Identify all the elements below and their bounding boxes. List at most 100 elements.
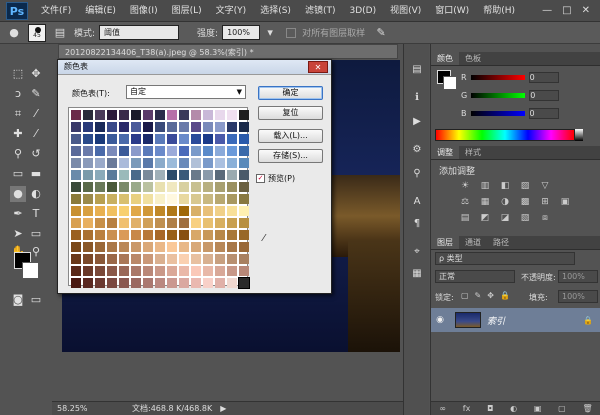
color-swatch[interactable] [131,242,141,252]
color-swatch[interactable] [215,242,225,252]
vibrance-icon[interactable]: ▽ [539,181,551,191]
green-value[interactable]: 0 [529,89,560,101]
color-swatch[interactable] [203,278,213,288]
color-swatch[interactable] [71,266,81,276]
color-swatch[interactable] [95,242,105,252]
color-swatch[interactable] [155,146,165,156]
color-swatch[interactable] [179,242,189,252]
color-swatch[interactable] [215,266,225,276]
color-swatch[interactable] [167,146,177,156]
red-slider[interactable] [470,74,525,80]
color-swatch[interactable] [227,122,237,132]
color-swatch[interactable] [215,230,225,240]
brush-panel-icon[interactable]: ▤ [52,25,68,41]
brush-panel-icon[interactable]: ⚙ [409,142,425,158]
document-tab[interactable]: 20120822134406_T38(a).jpeg @ 58.3%(索引) * [58,44,398,59]
menu-view[interactable]: 视图(V) [383,0,428,22]
color-swatch[interactable] [227,266,237,276]
burn-tool-icon[interactable]: ● [10,186,26,202]
red-value[interactable]: 0 [528,71,559,83]
color-swatch[interactable] [71,110,81,120]
color-swatch[interactable] [119,182,129,192]
color-swatch[interactable] [83,218,93,228]
color-swatch[interactable] [131,218,141,228]
color-swatch[interactable] [107,206,117,216]
reset-button[interactable]: 复位 [258,106,323,120]
color-swatch[interactable] [107,218,117,228]
color-swatch[interactable] [83,170,93,180]
color-swatch[interactable] [167,218,177,228]
color-swatch[interactable] [227,182,237,192]
history-brush-icon[interactable]: ↺ [28,146,44,162]
color-swatch[interactable] [227,230,237,240]
blend-mode-select[interactable]: 正常 [435,270,515,283]
layer-comps-icon[interactable]: ▦ [409,266,425,282]
color-swatch[interactable] [107,182,117,192]
color-swatch[interactable] [155,134,165,144]
save-button[interactable]: 存储(S)... [258,149,323,163]
opacity-input[interactable]: 100% [558,270,598,283]
maximize-button[interactable]: □ [562,5,571,16]
color-swatch[interactable] [167,266,177,276]
history-panel-icon[interactable]: ▤ [409,62,425,78]
eyedropper-tool-icon[interactable]: ⁄ [28,106,44,122]
quick-mask-icon[interactable]: ◙ [10,292,26,308]
menu-filter[interactable]: 滤镜(T) [298,0,343,22]
color-swatch[interactable] [131,230,141,240]
color-swatch[interactable] [131,146,141,156]
menu-select[interactable]: 选择(S) [253,0,298,22]
quick-select-icon[interactable]: ✎ [28,86,44,102]
new-layer-icon[interactable]: ▢ [558,404,566,413]
color-swatch[interactable] [179,182,189,192]
trash-icon[interactable]: 🗑 [582,404,592,413]
menu-window[interactable]: 窗口(W) [428,0,476,22]
color-swatch[interactable] [95,194,105,204]
move-tool-icon[interactable]: ✥ [28,66,44,82]
layer-name[interactable]: 索引 [487,314,505,327]
menu-help[interactable]: 帮助(H) [476,0,522,22]
color-swatch[interactable] [143,194,153,204]
color-swatch[interactable] [71,206,81,216]
color-swatch[interactable] [119,194,129,204]
color-swatch[interactable] [119,266,129,276]
color-swatch[interactable] [215,158,225,168]
color-swatch[interactable] [119,254,129,264]
dodge-tool-icon[interactable]: ◐ [28,186,44,202]
tab-paths[interactable]: 路径 [487,236,515,249]
color-swatch[interactable] [167,134,177,144]
tab-color[interactable]: 颜色 [431,52,459,65]
color-swatch[interactable] [107,194,117,204]
chevron-right-icon[interactable]: ▶ [220,404,226,413]
color-swatch[interactable] [203,122,213,132]
color-swatch[interactable] [119,242,129,252]
menu-type[interactable]: 文字(Y) [209,0,254,22]
color-swatch[interactable] [179,254,189,264]
tab-adjustments[interactable]: 调整 [431,146,459,159]
tab-swatches[interactable]: 色板 [459,52,487,65]
color-swatch[interactable] [239,182,249,192]
color-swatch[interactable] [143,146,153,156]
color-swatch[interactable] [71,194,81,204]
mode-select[interactable]: 阈值 [99,25,180,40]
color-swatch[interactable] [95,146,105,156]
ok-button[interactable]: 确定 [258,86,323,100]
preview-option[interactable]: ✓ 预览(P) [256,173,295,184]
color-swatch[interactable] [227,146,237,156]
color-swatch[interactable] [239,266,249,276]
color-swatch[interactable] [167,230,177,240]
paragraph-panel-icon[interactable]: ¶ [409,216,425,232]
color-swatch[interactable] [179,110,189,120]
color-swatch[interactable] [143,110,153,120]
zoom-level[interactable]: 58.25% [52,404,102,413]
color-swatch[interactable] [107,170,117,180]
brush-preset-picker[interactable]: 45 [28,23,46,42]
color-swatch[interactable] [167,158,177,168]
color-swatch[interactable] [179,158,189,168]
color-swatch[interactable] [239,206,249,216]
color-swatch[interactable] [167,254,177,264]
tab-styles[interactable]: 样式 [459,146,487,159]
color-swatch[interactable] [155,278,165,288]
color-swatch[interactable] [119,110,129,120]
color-swatch[interactable] [179,194,189,204]
color-swatch[interactable] [143,266,153,276]
